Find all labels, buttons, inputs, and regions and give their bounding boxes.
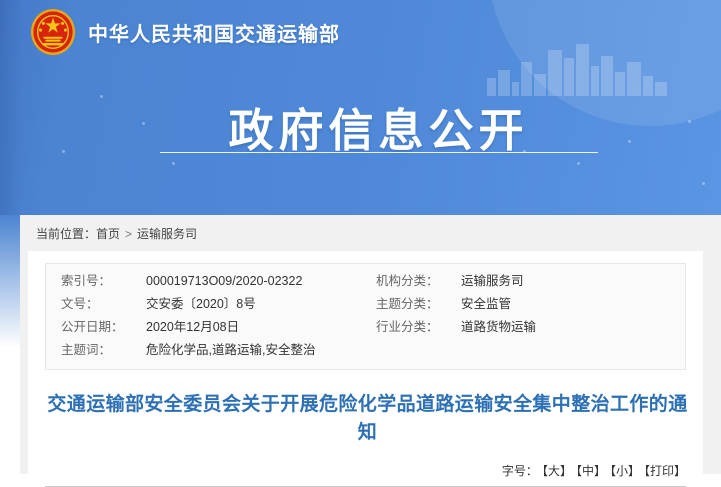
meta-label-org-category: 机构分类： [376, 270, 461, 293]
national-emblem-icon [30, 8, 76, 56]
breadcrumb-current-link[interactable]: 运输服务司 [137, 227, 197, 241]
content-area: 当前位置：首页 > 运输服务司 索引号： 000019713O09/2020-023… [20, 215, 721, 474]
fontsize-small-button[interactable]: 【小】 [610, 464, 640, 478]
table-row: 主题词： 危险化学品,道路运输,安全整治 [46, 339, 685, 362]
site-title[interactable]: 中华人民共和国交通运输部 [88, 18, 340, 47]
meta-label-topic-category: 主题分类： [376, 293, 461, 316]
document-title: 交通运输部安全委员会关于开展危险化学品道路运输安全集中整治工作的通知 [45, 391, 690, 447]
site-header: 中华人民共和国交通运输部 [30, 8, 340, 56]
breadcrumb: 当前位置：首页 > 运输服务司 [20, 215, 721, 251]
left-gradient-strip [0, 215, 20, 355]
meta-label-empty [376, 339, 461, 362]
meta-label-doc-number: 文号： [61, 293, 146, 316]
breadcrumb-separator: > [125, 227, 132, 241]
meta-value-doc-number: 交安委〔2020〕8号 [146, 293, 376, 316]
meta-label-industry-category: 行业分类： [376, 316, 461, 339]
meta-value-publish-date: 2020年12月08日 [146, 316, 376, 339]
table-row: 文号： 交安委〔2020〕8号 主题分类： 安全监管 [46, 293, 685, 316]
meta-value-index: 000019713O09/2020-02322 [146, 270, 376, 293]
banner: 中华人民共和国交通运输部 政府信息公开 [0, 0, 721, 215]
fontsize-medium-button[interactable]: 【中】 [576, 464, 606, 478]
meta-value-org-category: 运输服务司 [461, 270, 685, 293]
meta-value-keywords: 危险化学品,道路运输,安全整治 [146, 339, 376, 362]
headline-underline [160, 152, 598, 153]
table-row: 索引号： 000019713O09/2020-02322 机构分类： 运输服务司 [46, 270, 685, 293]
fontsize-large-button[interactable]: 【大】 [542, 464, 572, 478]
city-skyline-graphic [487, 44, 685, 96]
document-panel: 索引号： 000019713O09/2020-02322 机构分类： 运输服务司… [28, 251, 703, 487]
decorative-dot [577, 162, 580, 165]
meta-label-index: 索引号： [61, 270, 146, 293]
meta-label-publish-date: 公开日期： [61, 316, 146, 339]
meta-label-keywords: 主题词： [61, 339, 146, 362]
breadcrumb-home-link[interactable]: 首页 [96, 227, 120, 241]
document-meta-table: 索引号： 000019713O09/2020-02322 机构分类： 运输服务司… [45, 263, 686, 370]
meta-value-empty [461, 339, 685, 362]
decorative-dot [172, 162, 175, 165]
table-row: 公开日期： 2020年12月08日 行业分类： 道路货物运输 [46, 316, 685, 339]
print-button[interactable]: 【打印】 [644, 464, 686, 478]
meta-value-industry-category: 道路货物运输 [461, 316, 685, 339]
page-title: 政府信息公开 [228, 105, 528, 156]
decorative-dot [702, 182, 705, 185]
fontsize-label: 字号： [502, 464, 538, 478]
fontsize-toolbar: 字号： 【大】【中】【小】【打印】 [45, 462, 686, 479]
meta-value-topic-category: 安全监管 [461, 293, 685, 316]
breadcrumb-prefix: 当前位置： [36, 227, 96, 241]
